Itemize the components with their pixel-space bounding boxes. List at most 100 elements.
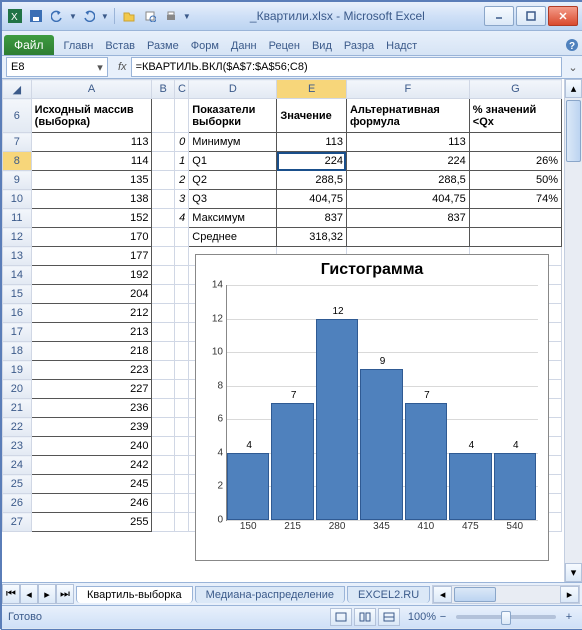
- cell[interactable]: [152, 513, 175, 532]
- cell[interactable]: 236: [31, 399, 152, 418]
- col-header-E[interactable]: E: [277, 80, 347, 99]
- excel-icon[interactable]: X: [6, 7, 24, 25]
- dropdown-icon[interactable]: ▼: [69, 12, 77, 21]
- cell[interactable]: [174, 247, 188, 266]
- cell[interactable]: [174, 323, 188, 342]
- cell-header-G[interactable]: % значений <Qx: [469, 99, 561, 133]
- cell[interactable]: [152, 418, 175, 437]
- sheet-tab[interactable]: Медиана-распределение: [195, 586, 345, 603]
- cell[interactable]: Q3: [189, 190, 277, 209]
- zoom-level[interactable]: 100%: [408, 611, 436, 623]
- cell[interactable]: [469, 133, 561, 152]
- col-header-D[interactable]: D: [189, 80, 277, 99]
- cell[interactable]: [152, 304, 175, 323]
- cell[interactable]: [174, 304, 188, 323]
- row-header[interactable]: 23: [3, 437, 32, 456]
- cell[interactable]: [152, 171, 175, 190]
- cell[interactable]: 113: [31, 133, 152, 152]
- zoom-in-icon[interactable]: +: [562, 611, 576, 623]
- cell[interactable]: 404,75: [346, 190, 469, 209]
- row-header[interactable]: 12: [3, 228, 32, 247]
- cell[interactable]: 837: [277, 209, 347, 228]
- cell-header-E[interactable]: Значение: [277, 99, 347, 133]
- row-header[interactable]: 17: [3, 323, 32, 342]
- sheet-tab[interactable]: EXCEL2.RU: [347, 586, 430, 603]
- cell[interactable]: [152, 437, 175, 456]
- cell[interactable]: [174, 266, 188, 285]
- cell[interactable]: 245: [31, 475, 152, 494]
- row-header[interactable]: 9: [3, 171, 32, 190]
- formula-input[interactable]: =КВАРТИЛЬ.ВКЛ($A$7:$A$56;C8): [131, 57, 562, 77]
- tab-next-icon[interactable]: ▸: [38, 584, 56, 604]
- cell[interactable]: 239: [31, 418, 152, 437]
- row-header[interactable]: 27: [3, 513, 32, 532]
- cell[interactable]: 213: [31, 323, 152, 342]
- ribbon-tab-review[interactable]: Рецен: [263, 37, 306, 55]
- zoom-out-icon[interactable]: −: [436, 611, 450, 623]
- cell[interactable]: [152, 456, 175, 475]
- cell[interactable]: Q2: [189, 171, 277, 190]
- cell[interactable]: 1: [174, 152, 188, 171]
- grid-body[interactable]: ◢ A B C D E F G 6 Исходный массив (выбор…: [2, 79, 564, 582]
- ribbon-tab-layout[interactable]: Разме: [141, 37, 185, 55]
- help-icon[interactable]: ?: [562, 38, 582, 55]
- cell[interactable]: [174, 513, 188, 532]
- cell[interactable]: [152, 247, 175, 266]
- row-header[interactable]: 24: [3, 456, 32, 475]
- cell[interactable]: 3: [174, 190, 188, 209]
- row-header[interactable]: 6: [3, 99, 32, 133]
- cell[interactable]: 74%: [469, 190, 561, 209]
- scroll-track[interactable]: [565, 98, 582, 563]
- formula-expand-icon[interactable]: ⌄: [566, 61, 580, 74]
- name-box-dropdown-icon[interactable]: ▾: [93, 61, 107, 74]
- scroll-down-icon[interactable]: ▾: [565, 563, 582, 582]
- cell[interactable]: [174, 475, 188, 494]
- cell[interactable]: [174, 380, 188, 399]
- row-header[interactable]: 10: [3, 190, 32, 209]
- cell[interactable]: [174, 99, 188, 133]
- select-all-corner[interactable]: ◢: [3, 80, 32, 99]
- cell[interactable]: 135: [31, 171, 152, 190]
- row-header[interactable]: 19: [3, 361, 32, 380]
- row-header[interactable]: 20: [3, 380, 32, 399]
- tab-first-icon[interactable]: ⏮: [2, 584, 20, 604]
- col-header-G[interactable]: G: [469, 80, 561, 99]
- cell[interactable]: [174, 399, 188, 418]
- ribbon-tab-view[interactable]: Вид: [306, 37, 338, 55]
- cell[interactable]: 242: [31, 456, 152, 475]
- tab-prev-icon[interactable]: ◂: [20, 584, 38, 604]
- row-header[interactable]: 16: [3, 304, 32, 323]
- vertical-scrollbar[interactable]: ▴ ▾: [564, 79, 582, 582]
- horizontal-scrollbar[interactable]: ◂ ▸: [432, 585, 580, 604]
- row-header[interactable]: 13: [3, 247, 32, 266]
- cell[interactable]: 404,75: [277, 190, 347, 209]
- row-header[interactable]: 25: [3, 475, 32, 494]
- cell[interactable]: [174, 342, 188, 361]
- print-icon[interactable]: [162, 7, 180, 25]
- cell[interactable]: [174, 437, 188, 456]
- cell[interactable]: 170: [31, 228, 152, 247]
- cell[interactable]: Среднее: [189, 228, 277, 247]
- ribbon-tab-insert[interactable]: Встав: [99, 37, 141, 55]
- cell[interactable]: 223: [31, 361, 152, 380]
- row-header[interactable]: 14: [3, 266, 32, 285]
- sheet-tab-active[interactable]: Квартиль-выборка: [76, 586, 193, 603]
- cell[interactable]: [152, 475, 175, 494]
- zoom-slider[interactable]: [456, 615, 556, 619]
- cell[interactable]: [174, 361, 188, 380]
- row-header[interactable]: 7: [3, 133, 32, 152]
- cell[interactable]: 192: [31, 266, 152, 285]
- cell[interactable]: 288,5: [277, 171, 347, 190]
- undo-icon[interactable]: [48, 7, 66, 25]
- cell[interactable]: 218: [31, 342, 152, 361]
- ribbon-tab-developer[interactable]: Разра: [338, 37, 380, 55]
- save-icon[interactable]: [27, 7, 45, 25]
- row-header[interactable]: 8: [3, 152, 32, 171]
- cell[interactable]: 240: [31, 437, 152, 456]
- cell[interactable]: [152, 494, 175, 513]
- open-icon[interactable]: [120, 7, 138, 25]
- cell[interactable]: 50%: [469, 171, 561, 190]
- cell[interactable]: [152, 342, 175, 361]
- cell[interactable]: 837: [346, 209, 469, 228]
- view-pagebreak-icon[interactable]: [378, 608, 400, 626]
